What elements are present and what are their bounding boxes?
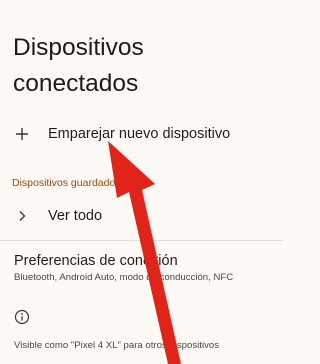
page-title: Dispositivos conectados [13,34,144,97]
chevron-right-icon [14,208,30,224]
see-all-item[interactable]: Ver todo [0,204,283,228]
connection-preferences-subtitle: Bluetooth, Android Auto, modo de conducc… [14,272,234,283]
see-all-label: Ver todo [48,208,103,224]
pair-new-device-label: Emparejar nuevo dispositivo [48,126,231,142]
plus-icon [14,126,30,142]
info-icon [14,309,30,325]
divider [0,240,283,241]
connection-preferences-title[interactable]: Preferencias de conexión [14,253,178,269]
pair-new-device-item[interactable]: Emparejar nuevo dispositivo [0,122,283,146]
visibility-footer-text: Visible como "Pixel 4 XL" para otros dis… [14,340,220,351]
saved-devices-header: Dispositivos guardados [12,177,121,189]
